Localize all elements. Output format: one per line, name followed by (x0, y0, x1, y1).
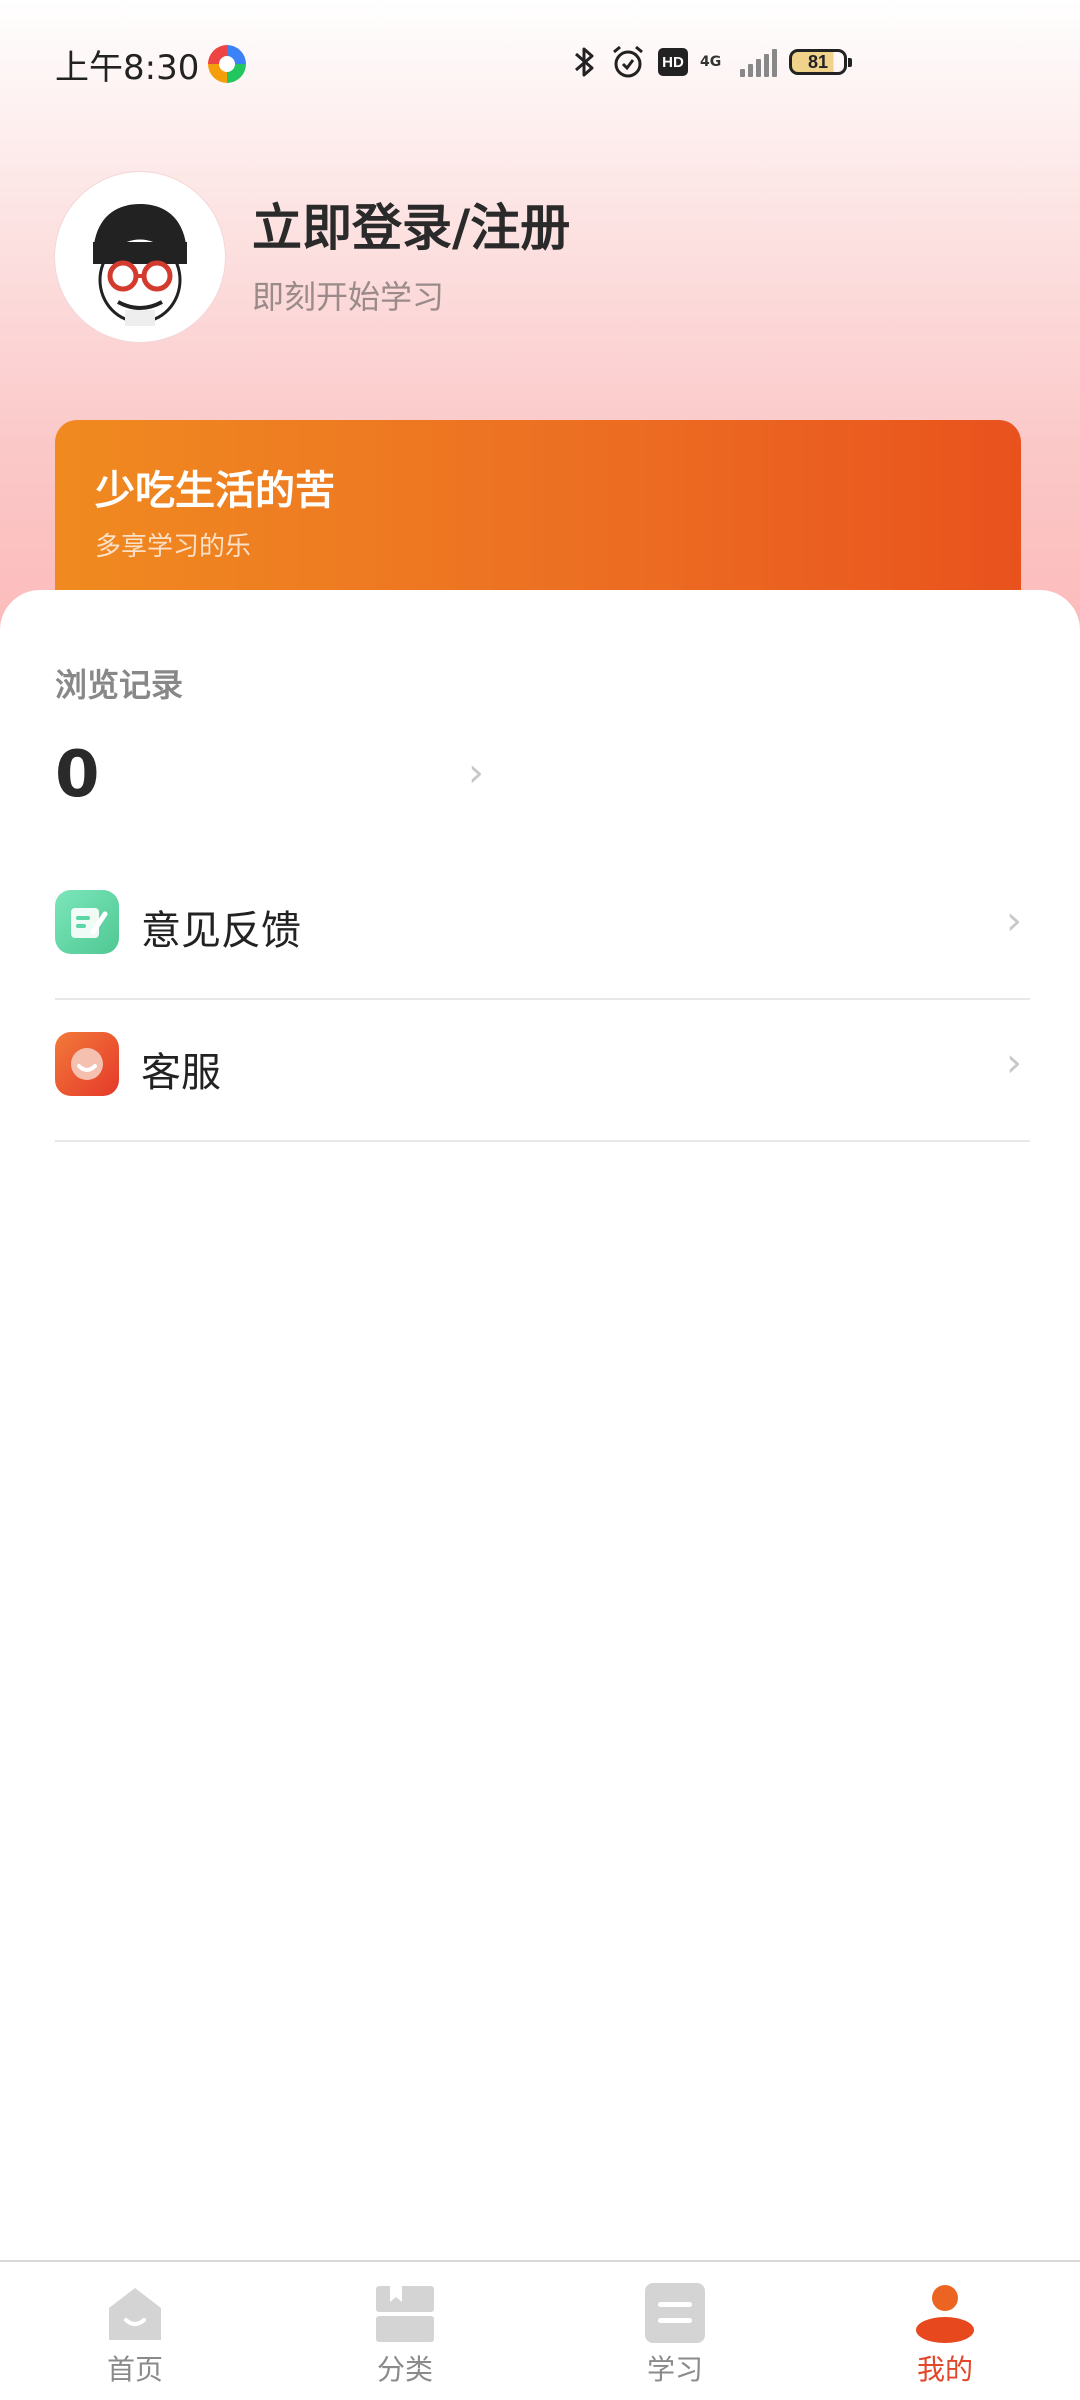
chevron-right-icon: › (1006, 898, 1022, 944)
banner-title: 少吃生活的苦 (95, 468, 335, 514)
tab-label: 学习 (646, 2353, 703, 2386)
menu-item-customer-service[interactable]: 客服 › (55, 1000, 1030, 1142)
profile-icon (914, 2282, 976, 2344)
home-icon (104, 2282, 166, 2344)
bottom-tab-bar: 首页 分类 学习 我的 (0, 2260, 1080, 2400)
tab-label: 我的 (916, 2353, 973, 2386)
tab-home[interactable]: 首页 (0, 2262, 270, 2400)
chevron-right-icon: › (1006, 1040, 1022, 1086)
avatar-image (63, 180, 217, 334)
menu-item-label: 意见反馈 (141, 908, 301, 954)
customer-service-icon (55, 1032, 119, 1096)
alarm-icon (610, 44, 646, 80)
banner-subtitle: 多享学习的乐 (95, 532, 252, 562)
bluetooth-icon (572, 44, 598, 80)
battery-level: 81 (807, 51, 829, 72)
avatar[interactable] (55, 172, 225, 342)
browse-history-count[interactable]: 0 (55, 738, 100, 812)
tab-profile[interactable]: 我的 (810, 2262, 1080, 2400)
category-icon (374, 2282, 436, 2344)
menu-item-feedback[interactable]: 意见反馈 › (55, 858, 1030, 1000)
status-icons: HD 4G 81 (572, 42, 852, 82)
tab-category[interactable]: 分类 (270, 2262, 540, 2400)
network-icon: 4G (700, 55, 728, 69)
tab-label: 分类 (376, 2353, 433, 2386)
tab-label: 首页 (106, 2353, 163, 2386)
browse-history-label: 浏览记录 (55, 666, 184, 704)
battery-icon: 81 (789, 49, 852, 75)
menu-item-label: 客服 (141, 1050, 221, 1096)
tab-study[interactable]: 学习 (540, 2262, 810, 2400)
main-content-card: 浏览记录 0 › 意见反馈 › 客服 › (0, 590, 1080, 2260)
login-register-link[interactable]: 立即登录/注册 (252, 188, 570, 260)
signal-icon (740, 47, 777, 77)
app-notification-icon (208, 45, 246, 83)
login-subtitle: 即刻开始学习 (252, 278, 445, 316)
status-time: 上午8:30 (55, 48, 200, 88)
hd-icon: HD (658, 48, 688, 76)
status-bar: 上午8:30 HD 4G 81 (0, 0, 1080, 128)
network-type: 4G (700, 54, 722, 70)
chevron-right-icon[interactable]: › (468, 750, 484, 796)
feedback-icon (55, 890, 119, 954)
study-icon (644, 2282, 706, 2344)
